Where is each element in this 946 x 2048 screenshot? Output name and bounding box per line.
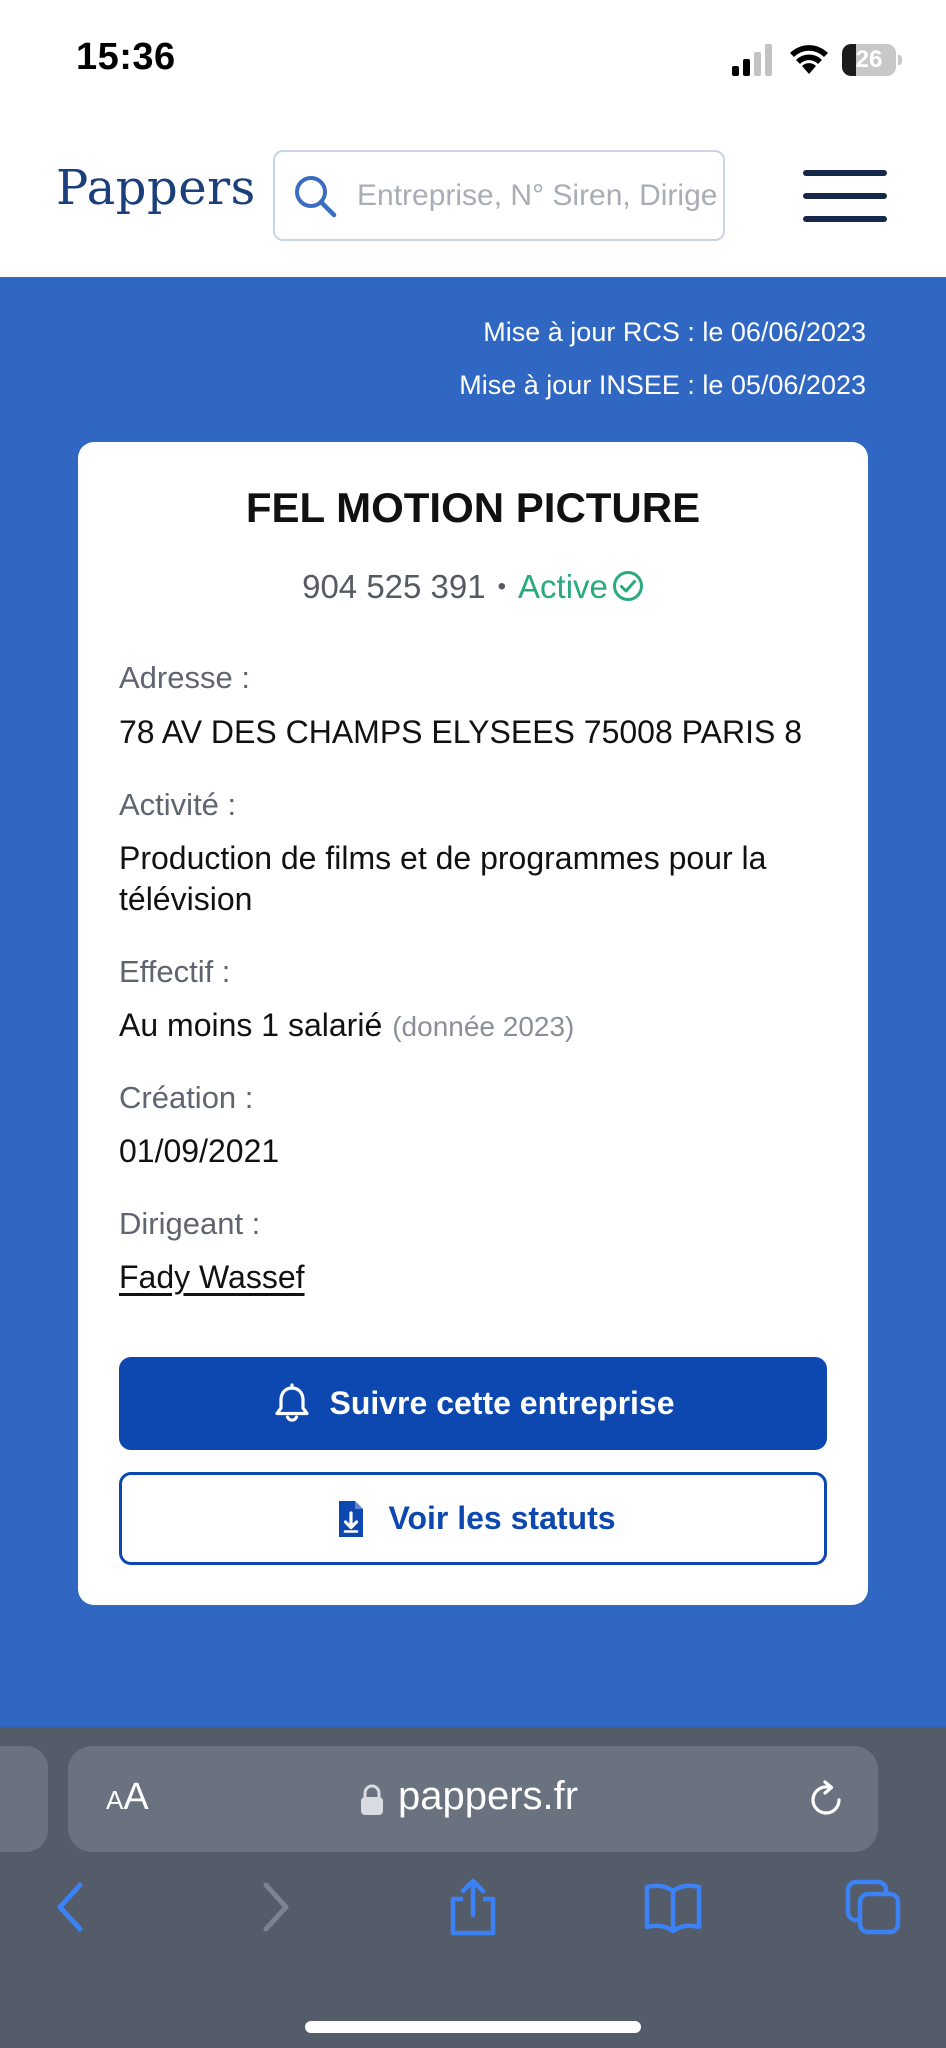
insee-update-date: Mise à jour INSEE : le 05/06/2023	[459, 370, 866, 400]
status-time: 15:36	[76, 36, 176, 78]
address-label: Adresse :	[119, 660, 250, 695]
company-identity-line: 904 525 391 • Active	[78, 568, 868, 606]
url-text: pappers.fr	[398, 1774, 579, 1818]
company-card: FEL MOTION PICTURE 904 525 391 • Active Ad…	[78, 442, 868, 1605]
statuts-button-label: Voir les statuts	[388, 1500, 616, 1536]
wifi-icon	[790, 45, 828, 74]
tabs-icon[interactable]	[843, 1877, 903, 1937]
search-input[interactable]	[357, 152, 717, 239]
text-size-small-a: A	[106, 1785, 124, 1815]
company-hero: Mise à jour RCS : le 06/06/2023 Mise à j…	[0, 277, 946, 1727]
rcs-update-date: Mise à jour RCS : le 06/06/2023	[483, 317, 866, 347]
activity-value: Production de films et de programmes pou…	[119, 840, 767, 917]
staff-value: Au moins 1 salarié	[119, 1007, 383, 1043]
menu-bar-icon	[803, 170, 887, 176]
hamburger-menu-button[interactable]	[800, 170, 890, 226]
address-value: 78 AV DES CHAMPS ELYSEES 75008 PARIS 8	[119, 714, 802, 750]
file-download-icon	[339, 1500, 364, 1537]
pappers-logo[interactable]: Pappers	[56, 160, 256, 216]
status-bar: 15:36 26	[0, 0, 946, 120]
menu-bar-icon	[803, 216, 887, 222]
battery-icon: 26	[842, 44, 902, 76]
follow-button-label: Suivre cette entreprise	[329, 1385, 675, 1421]
check-circle-icon	[612, 571, 643, 601]
director-label: Dirigeant :	[119, 1206, 261, 1241]
text-size-large-a: A	[123, 1776, 149, 1818]
search-icon	[295, 176, 337, 218]
address-bar[interactable]: AA pappers.fr	[68, 1746, 878, 1852]
activity-label: Activité :	[119, 787, 237, 822]
share-icon[interactable]	[443, 1877, 503, 1937]
previous-tab-preview[interactable]	[0, 1746, 48, 1852]
home-indicator	[305, 2021, 641, 2033]
reload-icon[interactable]	[804, 1778, 848, 1822]
lock-icon	[361, 1784, 383, 1815]
site-header: Pappers	[0, 120, 946, 277]
search-box[interactable]	[273, 150, 725, 241]
siren-number: 904 525 391	[302, 568, 486, 605]
follow-company-button[interactable]: Suivre cette entreprise	[119, 1357, 827, 1450]
director-row: Fady Wassef	[119, 1257, 839, 1298]
creation-date: 01/09/2021	[119, 1133, 280, 1169]
browser-toolbar: AA pappers.fr	[0, 1727, 946, 2048]
view-statuts-button[interactable]: Voir les statuts	[119, 1472, 827, 1565]
company-name: FEL MOTION PICTURE	[245, 484, 701, 531]
director-link[interactable]: Fady Wassef	[119, 1259, 305, 1295]
bell-icon	[275, 1382, 310, 1422]
creation-label: Création :	[119, 1080, 254, 1115]
forward-arrow-icon[interactable]	[244, 1877, 304, 1937]
staff-value-row: Au moins 1 salarié (donnée 2023)	[119, 1005, 839, 1047]
separator-dot: •	[497, 573, 507, 600]
staff-label: Effectif :	[119, 954, 231, 989]
battery-level: 26	[855, 46, 883, 73]
cellular-signal-icon	[732, 44, 772, 76]
back-arrow-icon[interactable]	[42, 1877, 102, 1937]
status-badge: Active	[518, 568, 608, 605]
text-size-button[interactable]: AA	[106, 1776, 149, 1819]
staff-note: (donnée 2023)	[392, 1011, 575, 1042]
bookmarks-icon[interactable]	[643, 1877, 703, 1937]
menu-bar-icon	[803, 193, 887, 199]
